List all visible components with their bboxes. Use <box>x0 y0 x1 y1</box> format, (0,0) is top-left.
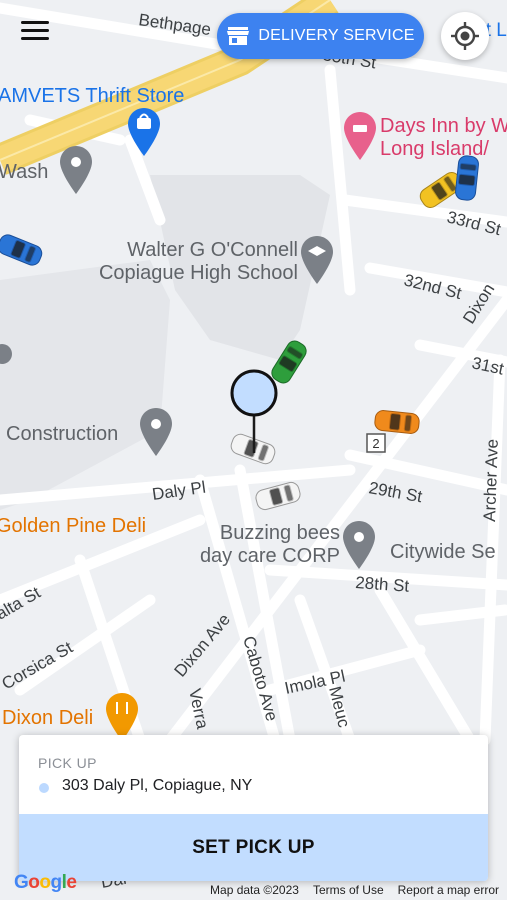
app-screen: Bethpage 35th St 33rd St 32nd St 31st Di… <box>0 0 507 900</box>
poi-label: Days Inn by W <box>380 115 507 137</box>
map-data-text: Map data ©2023 <box>210 883 299 897</box>
poi-label: Golden Pine Deli <box>0 515 146 537</box>
poi-label: Buzzing bees <box>220 522 340 544</box>
poi-label: day care CORP <box>200 545 340 567</box>
car-icon <box>373 409 421 435</box>
storefront-icon <box>226 26 250 46</box>
pickup-address[interactable]: 303 Daly Pl, Copiague, NY <box>62 777 252 795</box>
poi-label: AMVETS Thrift Store <box>0 85 184 107</box>
poi-label: Walter G O'Connell <box>127 239 298 261</box>
route-shield: 2 <box>366 433 386 453</box>
set-pickup-button[interactable]: SET PICK UP <box>19 814 488 881</box>
pickup-label: PICK UP <box>38 755 97 771</box>
map-attribution: Map data ©2023 Terms of Use Report a map… <box>210 883 499 897</box>
pickup-card: PICK UP 303 Daly Pl, Copiague, NY SET PI… <box>19 735 488 881</box>
google-logo: Google <box>14 872 77 893</box>
report-map-error-link[interactable]: Report a map error <box>398 883 499 897</box>
delivery-service-label: DELIVERY SERVICE <box>258 27 415 44</box>
poi-label: Dixon Deli <box>2 707 93 729</box>
pickup-dot-icon <box>39 783 49 793</box>
delivery-service-button[interactable]: DELIVERY SERVICE <box>217 13 424 59</box>
poi-label: Construction <box>6 423 118 445</box>
street-label: Archer Ave <box>480 439 502 522</box>
poi-label: Citywide Se <box>390 541 496 563</box>
terms-link[interactable]: Terms of Use <box>313 883 384 897</box>
street-label: 28th St <box>355 573 410 596</box>
hamburger-menu-icon[interactable] <box>18 17 52 45</box>
poi-label: Copiague High School <box>99 262 298 284</box>
poi-label: Wash <box>0 161 48 183</box>
my-location-icon[interactable] <box>441 12 489 60</box>
car-icon <box>454 154 480 202</box>
svg-text:2: 2 <box>372 436 379 451</box>
